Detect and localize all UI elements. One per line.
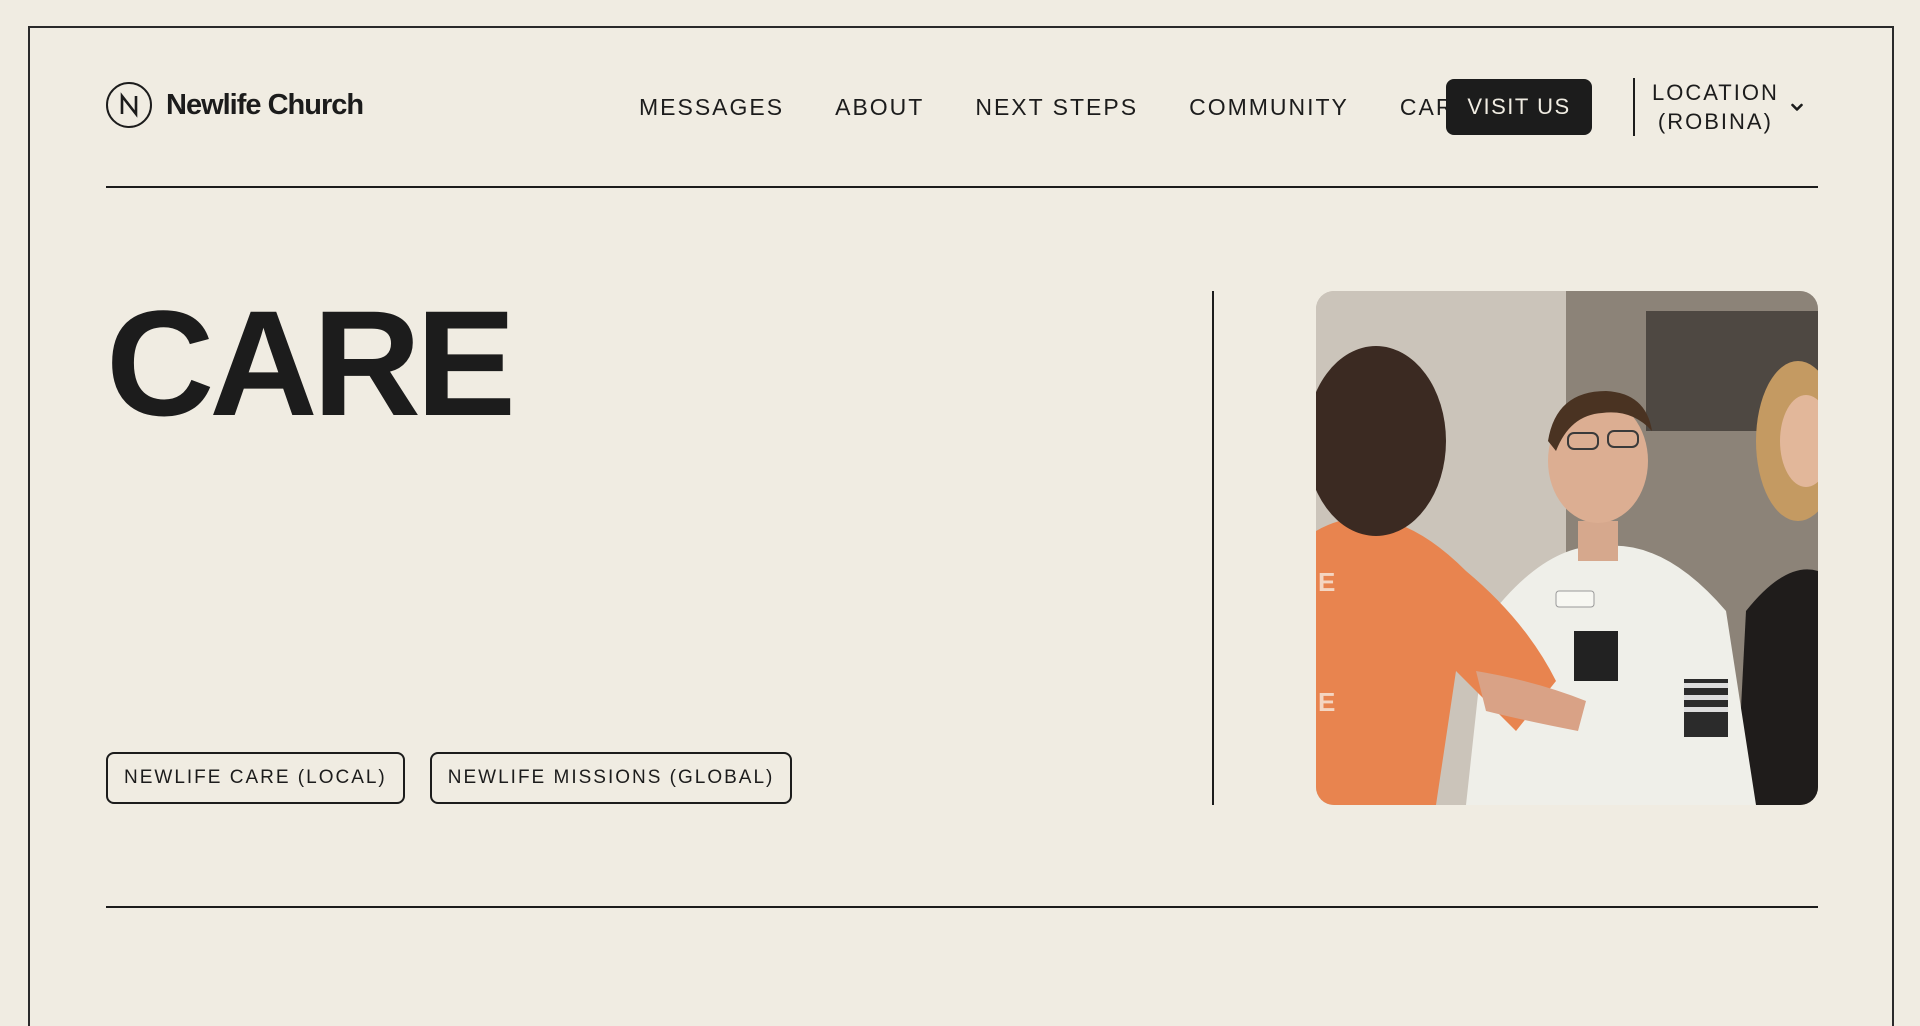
nav-messages[interactable]: MESSAGES <box>639 94 784 121</box>
nav-next-steps[interactable]: NEXT STEPS <box>975 94 1138 121</box>
header-divider <box>1633 78 1635 136</box>
site-header: Newlife Church MESSAGES ABOUT NEXT STEPS… <box>106 78 1818 136</box>
chevron-down-icon <box>1791 103 1803 111</box>
header-rule <box>106 186 1818 188</box>
logo-n-icon <box>106 82 152 128</box>
care-links: NEWLIFE CARE (LOCAL) NEWLIFE MISSIONS (G… <box>106 752 817 804</box>
nav-community[interactable]: COMMUNITY <box>1189 94 1349 121</box>
nav-about[interactable]: ABOUT <box>835 94 924 121</box>
section-rule <box>106 906 1818 908</box>
visit-us-button[interactable]: VISIT US <box>1446 79 1592 135</box>
column-divider <box>1212 291 1214 805</box>
location-selector[interactable]: LOCATION (ROBINA) <box>1652 78 1803 136</box>
main-nav: MESSAGES ABOUT NEXT STEPS COMMUNITY CARE <box>639 78 1472 136</box>
hero-photo: E E <box>1316 291 1818 805</box>
logo-text: Newlife Church <box>166 88 364 121</box>
logo-link[interactable]: Newlife Church <box>106 82 364 128</box>
page-title: CARE <box>106 279 516 447</box>
newlife-care-local-button[interactable]: NEWLIFE CARE (LOCAL) <box>106 752 405 804</box>
location-line-2: (ROBINA) <box>1657 109 1773 134</box>
svg-text:E: E <box>1318 687 1335 717</box>
svg-text:E: E <box>1318 567 1335 597</box>
location-line-1: LOCATION <box>1652 80 1779 105</box>
newlife-missions-global-button[interactable]: NEWLIFE MISSIONS (GLOBAL) <box>429 752 793 804</box>
hero-photo-illustration: E E <box>1316 291 1818 805</box>
location-label: LOCATION (ROBINA) <box>1652 78 1779 136</box>
